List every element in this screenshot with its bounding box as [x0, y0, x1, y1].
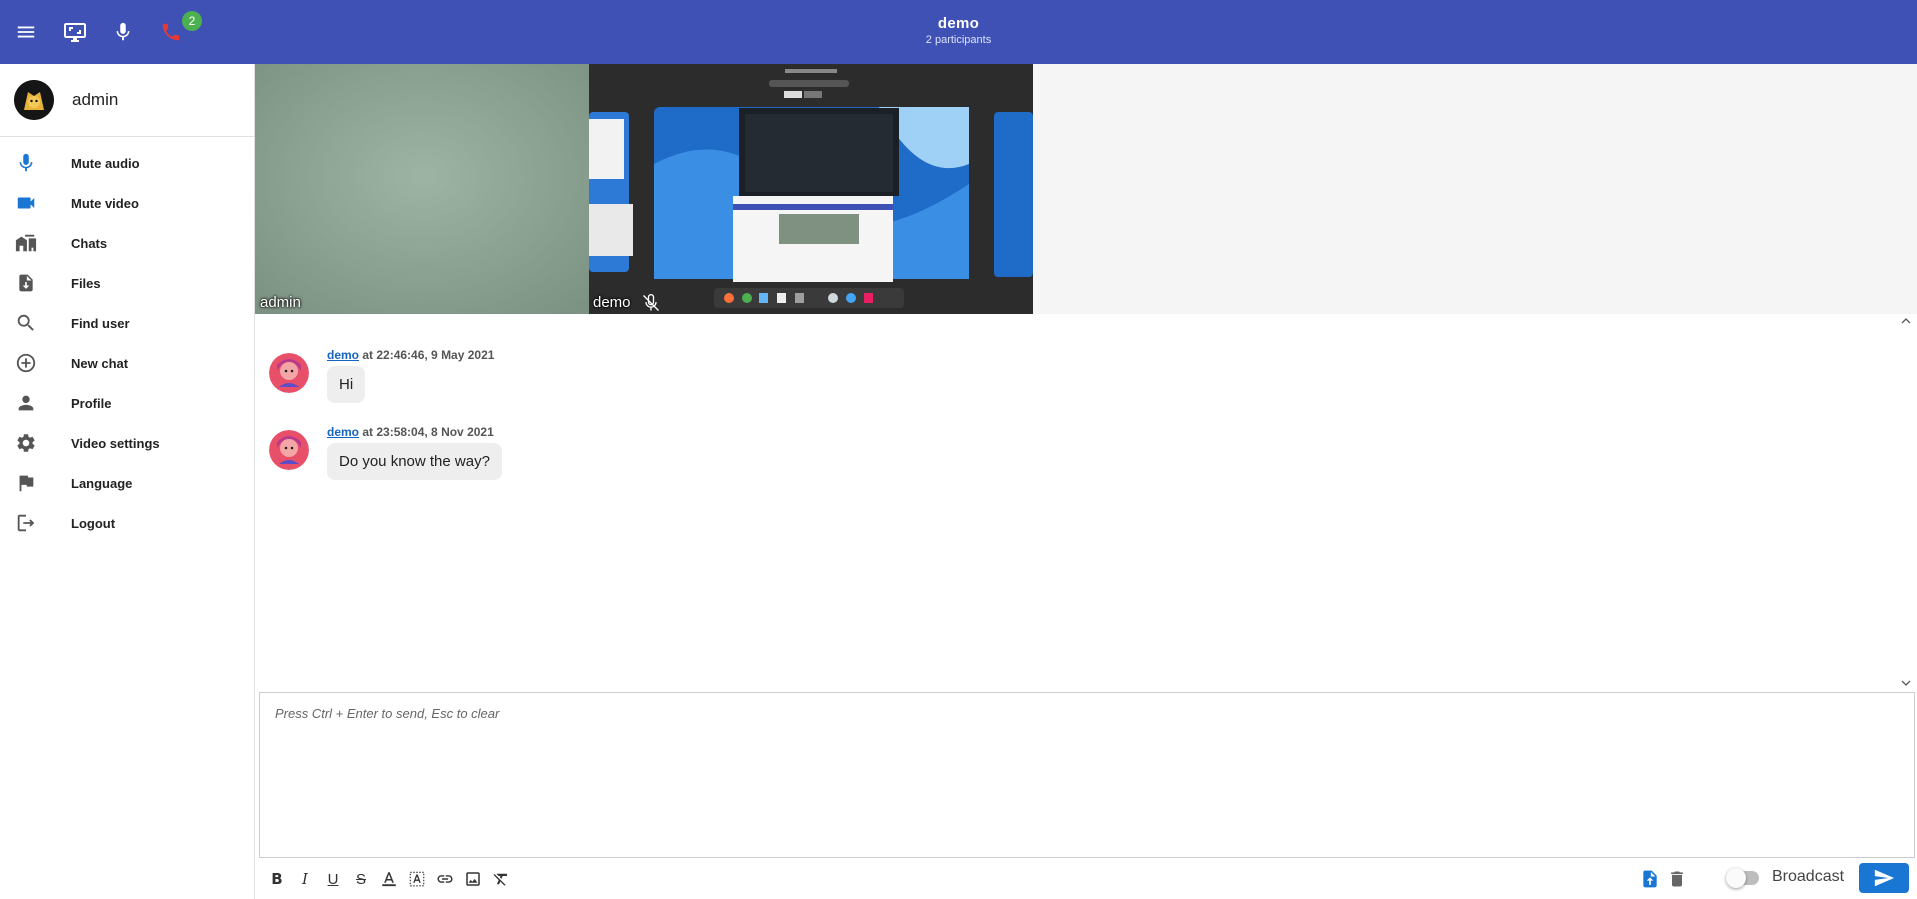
underline-button[interactable]: U — [322, 868, 344, 890]
nav-item-video-settings[interactable]: Video settings — [0, 423, 254, 463]
user-name: admin — [72, 90, 119, 109]
nav-label: Profile — [71, 395, 112, 411]
video-label: demo — [593, 294, 631, 311]
nav-item-profile[interactable]: Profile — [0, 383, 254, 423]
participants-count: 2 participants — [925, 34, 992, 46]
clear-format-icon — [493, 873, 507, 886]
author-link[interactable]: demo — [327, 348, 359, 362]
message-list[interactable]: demo at 22:46:46, 9 May 2021 Hi demo at … — [255, 314, 1917, 690]
nav-label: Find user — [71, 315, 130, 331]
link-button[interactable] — [434, 868, 456, 890]
upload-file-button[interactable] — [1639, 868, 1661, 890]
nav-label: Chats — [71, 235, 108, 251]
nav-item-new-chat[interactable]: New chat — [0, 343, 254, 383]
scroll-down-icon[interactable] — [1901, 678, 1911, 688]
editor-placeholder: Press Ctrl + Enter to send, Esc to clear — [275, 706, 500, 721]
nav-label: Language — [71, 475, 133, 491]
file-download-icon — [14, 271, 38, 295]
avatar — [269, 353, 309, 393]
microphone-icon — [14, 151, 38, 175]
nav-label: Files — [71, 275, 101, 291]
broadcast-toggle[interactable] — [1726, 868, 1759, 888]
strikethrough-icon: S — [355, 870, 366, 888]
nav-item-logout[interactable]: Logout — [0, 503, 254, 543]
video-strip: admin demo — [255, 64, 1917, 314]
message-meta: demo at 22:46:46, 9 May 2021 — [327, 348, 494, 362]
upload-file-icon — [1643, 870, 1657, 888]
broadcast-label: Broadcast — [1772, 868, 1845, 885]
author-link[interactable]: demo — [327, 425, 359, 439]
side-drawer: admin Mute audio Mute video Chats Files … — [0, 64, 255, 899]
message-editor[interactable]: Press Ctrl + Enter to send, Esc to clear — [259, 692, 1915, 858]
italic-button[interactable]: I — [294, 868, 316, 890]
editor-toolbar: B I U S Broadcast — [255, 858, 1917, 899]
avatar — [14, 80, 54, 120]
mic-off-icon — [643, 294, 659, 311]
avatar — [269, 430, 309, 470]
chats-icon — [14, 231, 38, 255]
link-icon — [437, 875, 453, 883]
app-bar: 2 demo 2 participants — [0, 0, 1917, 64]
nav-item-chats[interactable]: Chats — [0, 223, 254, 263]
nav-label: Video settings — [71, 435, 160, 451]
underline-icon: U — [327, 870, 339, 888]
italic-icon: I — [302, 870, 308, 888]
logout-icon — [14, 511, 38, 535]
video-tile-demo[interactable]: demo — [589, 64, 1033, 314]
current-user[interactable]: admin — [0, 64, 254, 137]
delete-button[interactable] — [1666, 868, 1688, 890]
message-bubble: Hi — [327, 366, 366, 403]
videocam-icon — [14, 191, 38, 215]
send-icon — [1874, 869, 1895, 887]
scroll-up-icon[interactable] — [1901, 316, 1911, 326]
message-timestamp: at 22:46:46, 9 May 2021 — [359, 348, 495, 362]
nav-item-mute-audio[interactable]: Mute audio — [0, 143, 254, 183]
flag-icon — [14, 471, 38, 495]
add-circle-icon — [14, 351, 38, 375]
strikethrough-button[interactable]: S — [350, 868, 372, 890]
nav-item-find-user[interactable]: Find user — [0, 303, 254, 343]
image-button[interactable] — [462, 868, 484, 890]
nav-item-mute-video[interactable]: Mute video — [0, 183, 254, 223]
message-bubble: Do you know the way? — [327, 443, 502, 480]
chat-title: demo — [937, 15, 980, 32]
nav-item-files[interactable]: Files — [0, 263, 254, 303]
camera-feed — [255, 64, 589, 314]
nav-label: Mute audio — [71, 155, 140, 171]
highlight-button[interactable] — [406, 868, 428, 890]
video-tile-admin[interactable]: admin — [255, 64, 589, 314]
text-color-button[interactable] — [378, 868, 400, 890]
highlight-icon — [409, 871, 425, 887]
text-color-icon — [382, 872, 396, 887]
person-icon — [14, 391, 38, 415]
send-button[interactable] — [1859, 863, 1909, 893]
nav-label: Logout — [71, 515, 116, 531]
image-icon — [466, 872, 480, 886]
message-timestamp: at 23:58:04, 8 Nov 2021 — [359, 425, 494, 439]
trash-icon — [1671, 871, 1683, 887]
nav-label: New chat — [71, 355, 129, 371]
nav-label: Mute video — [71, 195, 139, 211]
bold-icon: B — [271, 870, 283, 888]
clear-format-button[interactable] — [490, 868, 512, 890]
search-icon — [14, 311, 38, 335]
nav-item-language[interactable]: Language — [0, 463, 254, 503]
video-label: admin — [260, 294, 301, 311]
gear-icon — [14, 431, 38, 455]
message-meta: demo at 23:58:04, 8 Nov 2021 — [327, 425, 494, 439]
bold-button[interactable]: B — [266, 868, 288, 890]
screen-share-feed — [589, 64, 1033, 314]
